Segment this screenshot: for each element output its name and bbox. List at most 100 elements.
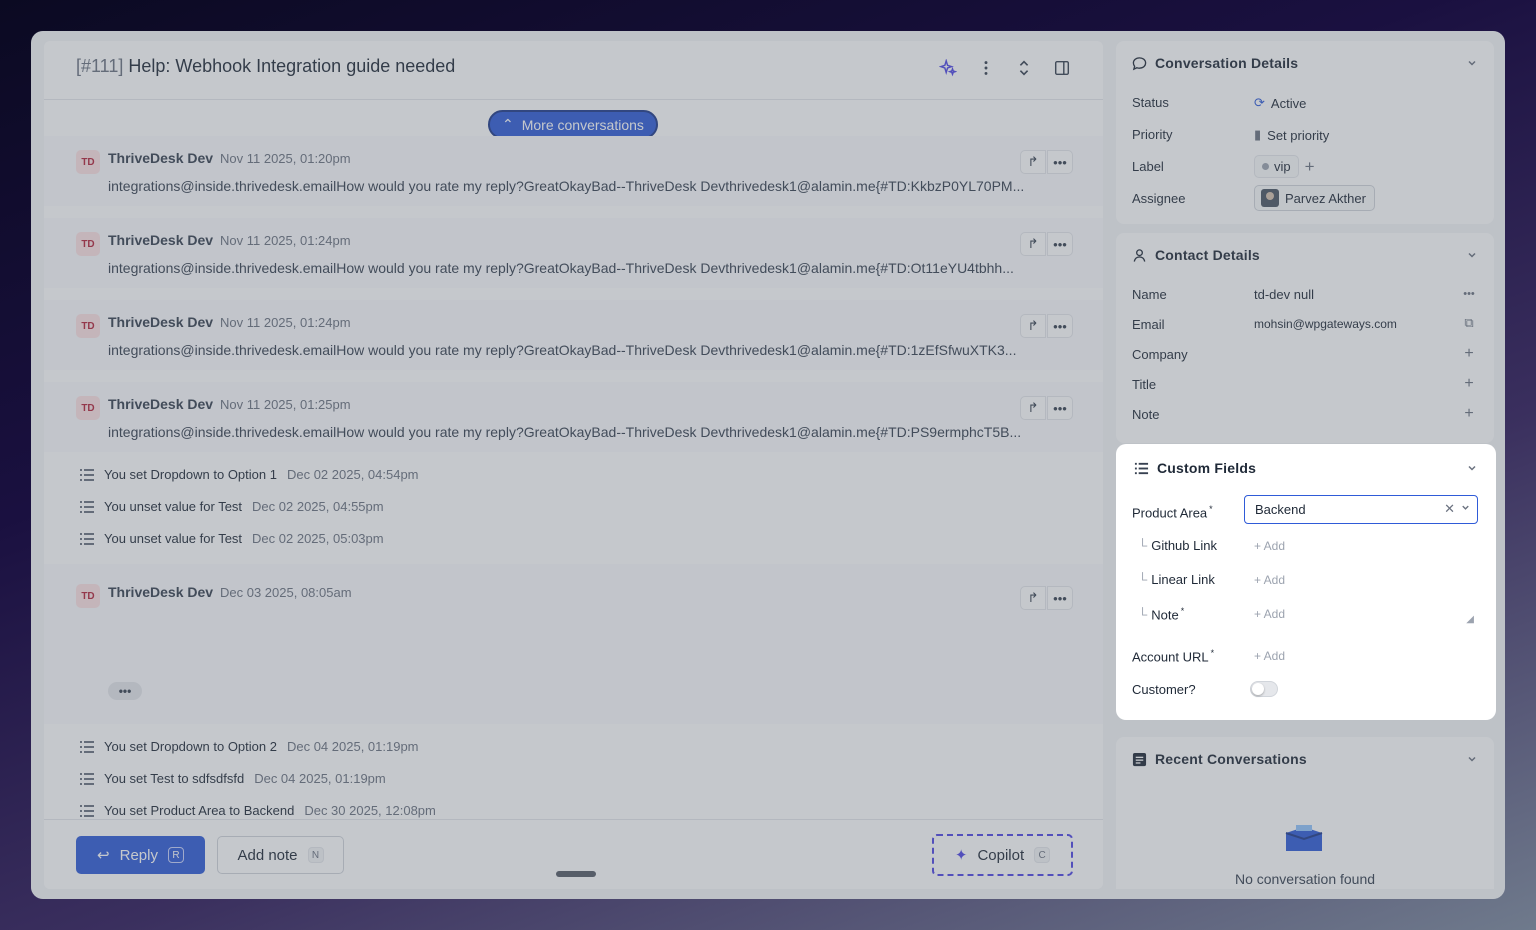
more-vertical-icon[interactable] <box>973 55 999 81</box>
conversation-number: [#111] <box>76 56 124 76</box>
shortcut-key: R <box>167 847 184 863</box>
contact-email[interactable]: mohsin@wpgateways.com <box>1254 317 1397 331</box>
sidebar-toggle-icon[interactable] <box>1049 55 1075 81</box>
customer-row: Customer? <box>1132 678 1478 702</box>
avatar: TD <box>76 232 100 256</box>
message-date: Dec 03 2025, 08:05am <box>220 585 352 600</box>
shortcut-key: C <box>1034 847 1051 863</box>
chevron-down-icon[interactable] <box>1466 753 1478 765</box>
github-link-row: └ Github Link + Add <box>1138 538 1286 553</box>
message-author: ThriveDesk Dev <box>108 584 214 600</box>
contact-details-header[interactable]: Contact Details <box>1132 247 1260 263</box>
activity-item: You unset value for Test Dec 02 2025, 04… <box>80 499 384 514</box>
expand-collapse-icon[interactable] <box>1011 55 1037 81</box>
bars-icon: ▮ <box>1254 127 1262 142</box>
forward-icon[interactable]: ↱ <box>1020 232 1046 256</box>
note-row: Note + <box>1132 403 1478 427</box>
cf-note-add[interactable]: + Add <box>1254 607 1285 621</box>
reply-arrow-icon: ↩ <box>97 847 110 864</box>
plus-icon[interactable]: + <box>1460 345 1478 363</box>
priority-value[interactable]: ▮ Set priority <box>1254 127 1329 143</box>
message-actions: ↱ ••• <box>1020 314 1073 338</box>
chevron-down-icon[interactable] <box>1466 249 1478 261</box>
conversation-details-card: Conversation Details Status ⟳ Active Prio… <box>1116 41 1494 224</box>
recent-conversations-header[interactable]: Recent Conversations <box>1132 751 1307 767</box>
message-item[interactable]: TD ThriveDesk Dev Dec 03 2025, 08:05am ↱… <box>44 564 1103 724</box>
chevron-down-icon[interactable] <box>1466 462 1478 474</box>
linear-link-row: └ Linear Link + Add <box>1138 572 1286 587</box>
message-date: Nov 11 2025, 01:24pm <box>220 233 351 248</box>
custom-fields-header[interactable]: Custom Fields <box>1134 460 1256 476</box>
more-horizontal-icon[interactable]: ••• <box>1047 314 1073 338</box>
plus-icon[interactable]: + <box>1460 405 1478 423</box>
message-actions: ↱ ••• <box>1020 396 1073 420</box>
tag-dot-icon <box>1262 163 1269 170</box>
forward-icon[interactable]: ↱ <box>1020 586 1046 610</box>
priority-row: Priority ▮ Set priority <box>1132 127 1330 143</box>
name-row: Name td-dev null ••• <box>1132 283 1478 307</box>
document-icon <box>1132 752 1147 766</box>
github-link-add[interactable]: + Add <box>1254 539 1285 553</box>
message-body: integrations@inside.thrivedesk.emailHow … <box>108 260 1014 276</box>
branch-icon: └ <box>1138 607 1148 623</box>
status-value[interactable]: ⟳ Active <box>1254 95 1306 111</box>
reply-button[interactable]: ↩ Reply R <box>76 836 205 874</box>
list-icon <box>80 532 94 545</box>
assignee-chip[interactable]: Parvez Akther <box>1254 185 1375 211</box>
more-horizontal-icon[interactable]: ••• <box>1460 288 1478 300</box>
copy-icon[interactable]: ⧉ <box>1460 315 1478 331</box>
account-url-add[interactable]: + Add <box>1254 649 1285 663</box>
contact-name[interactable]: td-dev null <box>1254 287 1314 302</box>
expand-quoted-button[interactable]: ••• <box>108 682 142 700</box>
list-icon <box>80 740 94 753</box>
conversation-panel: [#111] Help: Webhook Integration guide n… <box>44 41 1103 889</box>
message-item[interactable]: TD ThriveDesk Dev Nov 11 2025, 01:20pm i… <box>44 136 1103 206</box>
more-horizontal-icon[interactable]: ••• <box>1047 396 1073 420</box>
customer-toggle[interactable] <box>1250 681 1278 697</box>
email-row: Email mohsin@wpgateways.com ⧉ <box>1132 313 1478 337</box>
ai-sparkle-icon[interactable] <box>935 55 961 81</box>
avatar: TD <box>76 150 100 174</box>
resize-handle[interactable] <box>556 871 596 877</box>
message-item[interactable]: TD ThriveDesk Dev Nov 11 2025, 01:24pm i… <box>44 218 1103 288</box>
composer-bar: ↩ Reply R Add note N ✦ Copilot C <box>44 819 1103 889</box>
add-note-button[interactable]: Add note N <box>217 836 344 874</box>
message-item[interactable]: TD ThriveDesk Dev Nov 11 2025, 01:24pm i… <box>44 300 1103 370</box>
list-icon <box>80 804 94 817</box>
more-horizontal-icon[interactable]: ••• <box>1047 232 1073 256</box>
forward-icon[interactable]: ↱ <box>1020 150 1046 174</box>
label-tag[interactable]: vip <box>1254 155 1299 178</box>
user-icon <box>1133 248 1146 262</box>
message-body: integrations@inside.thrivedesk.emailHow … <box>108 178 1025 194</box>
conversation-details-header[interactable]: Conversation Details <box>1132 55 1298 71</box>
label-row: Label vip + <box>1132 155 1478 179</box>
conversation-header: [#111] Help: Webhook Integration guide n… <box>44 41 1103 100</box>
activity-item: You unset value for Test Dec 02 2025, 05… <box>80 531 384 546</box>
branch-icon: └ <box>1138 572 1148 587</box>
product-area-select[interactable]: Backend ✕ <box>1244 495 1478 524</box>
chevron-down-icon[interactable] <box>1466 57 1478 69</box>
clear-icon[interactable]: ✕ <box>1444 501 1455 517</box>
message-author: ThriveDesk Dev <box>108 314 214 330</box>
forward-icon[interactable]: ↱ <box>1020 314 1046 338</box>
activity-item: You set Product Area to Backend Dec 30 2… <box>80 803 436 818</box>
message-date: Nov 11 2025, 01:25pm <box>220 397 351 412</box>
contact-details-card: Contact Details Name td-dev null ••• Ema… <box>1116 233 1494 443</box>
copilot-button[interactable]: ✦ Copilot C <box>932 834 1073 876</box>
plus-icon[interactable]: + <box>1305 157 1315 177</box>
recent-conversations-card: Recent Conversations No conversation fou… <box>1116 737 1494 889</box>
message-actions: ↱ ••• <box>1020 586 1073 610</box>
forward-icon[interactable]: ↱ <box>1020 396 1046 420</box>
page-title: [#111] Help: Webhook Integration guide n… <box>76 56 455 77</box>
chevron-down-icon[interactable] <box>1460 502 1471 513</box>
message-body: integrations@inside.thrivedesk.emailHow … <box>108 342 1017 358</box>
textarea-resize-icon[interactable]: ◢ <box>1466 614 1474 625</box>
branch-icon: └ <box>1138 538 1148 553</box>
list-icon <box>80 500 94 513</box>
more-horizontal-icon[interactable]: ••• <box>1047 150 1073 174</box>
more-conversations-button[interactable]: ⌃ More conversations <box>488 110 658 139</box>
plus-icon[interactable]: + <box>1460 375 1478 393</box>
more-horizontal-icon[interactable]: ••• <box>1047 586 1073 610</box>
message-item[interactable]: TD ThriveDesk Dev Nov 11 2025, 01:25pm i… <box>44 382 1103 452</box>
linear-link-add[interactable]: + Add <box>1254 573 1285 587</box>
